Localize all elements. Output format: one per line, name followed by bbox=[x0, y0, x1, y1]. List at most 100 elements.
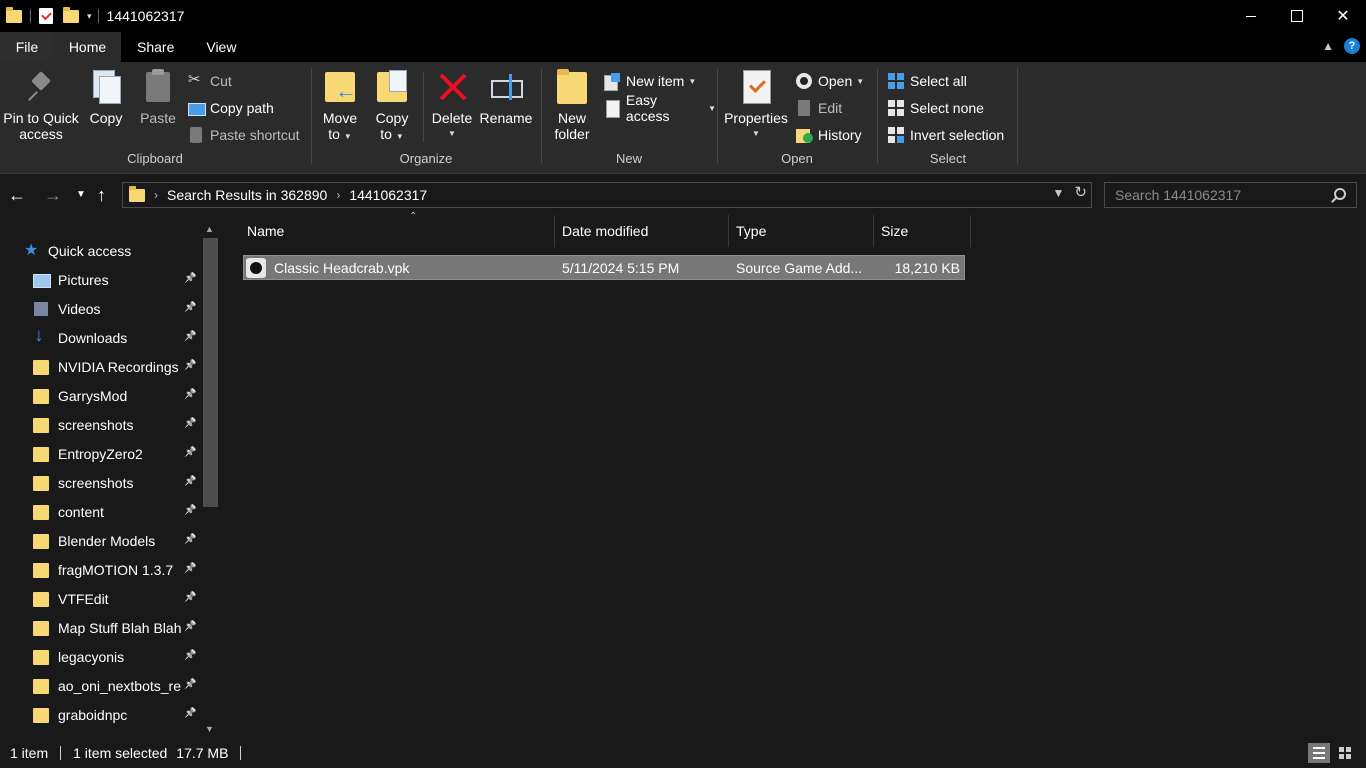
rename-button[interactable]: Rename bbox=[480, 68, 532, 126]
nav-item[interactable]: ao_oni_nextbots_re 📌 bbox=[33, 671, 222, 700]
move-to-button[interactable]: Move to▼ bbox=[320, 68, 360, 145]
tab-home[interactable]: Home bbox=[54, 32, 121, 62]
chevron-down-icon: ▼ bbox=[688, 76, 697, 86]
nav-item[interactable]: fragMOTION 1.3.7 📌 bbox=[33, 555, 222, 584]
new-folder-label-line1: New bbox=[557, 110, 586, 126]
minimize-ribbon-icon[interactable]: ▲ bbox=[1322, 39, 1334, 53]
pin-icon[interactable]: 📌 bbox=[184, 273, 196, 284]
file-type-cell: Source Game Add... bbox=[736, 259, 863, 276]
nav-item[interactable]: screenshots 📌 bbox=[33, 468, 222, 497]
copy-button[interactable]: Copy bbox=[86, 68, 126, 126]
nav-item[interactable]: Videos 📌 bbox=[33, 294, 222, 323]
pin-icon[interactable]: 📌 bbox=[184, 360, 196, 371]
up-arrow-icon[interactable]: ↑ bbox=[97, 185, 106, 206]
pin-icon[interactable]: 📌 bbox=[184, 650, 196, 661]
breadcrumb-search-results[interactable]: Search Results in 362890 bbox=[167, 187, 327, 203]
nav-item[interactable]: VTFEdit 📌 bbox=[33, 584, 222, 613]
nav-item[interactable]: content 📌 bbox=[33, 497, 222, 526]
column-date-label: Date modified bbox=[562, 223, 649, 239]
nav-item-label: fragMOTION 1.3.7 bbox=[58, 561, 174, 578]
pin-icon[interactable]: 📌 bbox=[184, 621, 196, 632]
clipboard-group: Pin to Quick access Copy Paste Cut Copy … bbox=[0, 66, 310, 170]
select-all-button[interactable]: Select all bbox=[888, 70, 967, 92]
copy-path-button[interactable]: Copy path bbox=[188, 97, 274, 119]
easy-access-button[interactable]: Easy access ▼ bbox=[604, 92, 716, 124]
forward-arrow-icon[interactable]: → bbox=[44, 185, 62, 206]
pin-icon[interactable]: 📌 bbox=[184, 505, 196, 516]
new-folder-icon[interactable] bbox=[63, 6, 79, 23]
column-header-type[interactable]: Type bbox=[728, 215, 874, 247]
invert-selection-button[interactable]: Invert selection bbox=[888, 124, 1004, 146]
nav-item[interactable]: Map Stuff Blah Blah 📌 bbox=[33, 613, 222, 642]
open-button[interactable]: Open ▼ bbox=[796, 70, 864, 92]
file-row[interactable]: Classic Headcrab.vpk 5/11/2024 5:15 PM S… bbox=[243, 255, 965, 280]
nav-scrollbar-thumb[interactable] bbox=[203, 238, 218, 507]
customize-toolbar-dropdown[interactable]: ▾ bbox=[87, 11, 92, 22]
search-icon[interactable] bbox=[1334, 188, 1346, 200]
nav-item[interactable]: GarrysMod 📌 bbox=[33, 381, 222, 410]
pin-icon[interactable]: 📌 bbox=[184, 534, 196, 545]
move-to-icon bbox=[323, 68, 357, 106]
pin-icon[interactable]: 📌 bbox=[184, 679, 196, 690]
recent-locations-chevron-icon[interactable]: ▼ bbox=[76, 189, 86, 200]
paste-shortcut-button[interactable]: Paste shortcut bbox=[188, 124, 300, 146]
nav-item[interactable]: legacyonis 📌 bbox=[33, 642, 222, 671]
column-header-name[interactable]: ⌃ Name bbox=[239, 211, 555, 247]
nav-item[interactable]: graboidnpc 📌 bbox=[33, 700, 222, 729]
scroll-up-icon[interactable]: ▲ bbox=[205, 224, 214, 234]
new-item-button[interactable]: New item ▼ bbox=[604, 70, 696, 92]
delete-button[interactable]: Delete ▼ bbox=[430, 68, 474, 142]
pin-icon[interactable]: 📌 bbox=[184, 592, 196, 603]
new-folder-button[interactable]: New folder bbox=[550, 68, 594, 142]
properties-icon[interactable] bbox=[39, 8, 53, 24]
scroll-down-icon[interactable]: ▼ bbox=[205, 724, 214, 734]
tab-view[interactable]: View bbox=[190, 32, 252, 62]
pin-icon[interactable]: 📌 bbox=[184, 708, 196, 719]
help-icon[interactable]: ? bbox=[1344, 38, 1360, 54]
pin-icon[interactable]: 📌 bbox=[184, 418, 196, 429]
select-none-button[interactable]: Select none bbox=[888, 97, 984, 119]
pin-icon[interactable]: 📌 bbox=[184, 563, 196, 574]
properties-button[interactable]: Properties ▼ bbox=[724, 68, 788, 142]
nav-quick-access[interactable]: Quick access bbox=[24, 236, 222, 265]
large-icons-view-icon[interactable] bbox=[1334, 743, 1356, 763]
file-name: Classic Headcrab.vpk bbox=[274, 259, 410, 276]
pin-icon[interactable]: 📌 bbox=[184, 447, 196, 458]
tab-share[interactable]: Share bbox=[121, 32, 190, 62]
details-view-icon[interactable] bbox=[1308, 743, 1330, 763]
tab-file[interactable]: File bbox=[0, 32, 54, 62]
copy-to-label-line1: Copy bbox=[375, 110, 409, 126]
nav-item[interactable]: screenshots 📌 bbox=[33, 410, 222, 439]
close-button[interactable]: ✕ bbox=[1320, 0, 1366, 32]
paste-icon bbox=[141, 68, 175, 106]
paste-button[interactable]: Paste bbox=[138, 68, 178, 126]
maximize-button[interactable] bbox=[1274, 0, 1320, 32]
pin-icon[interactable]: 📌 bbox=[184, 302, 196, 313]
nav-item-label: ao_oni_nextbots_re bbox=[58, 677, 181, 694]
nav-item[interactable]: Pictures 📌 bbox=[33, 265, 222, 294]
column-header-date[interactable]: Date modified bbox=[554, 215, 729, 247]
history-button[interactable]: History bbox=[796, 124, 862, 146]
address-history-chevron-icon[interactable]: ▼ bbox=[1053, 186, 1065, 201]
minimize-button[interactable] bbox=[1228, 0, 1274, 32]
pin-to-quick-access-button[interactable]: Pin to Quick access bbox=[2, 68, 80, 142]
search-input[interactable] bbox=[1115, 187, 1315, 203]
edit-button[interactable]: Edit bbox=[796, 97, 842, 119]
nav-item[interactable]: EntropyZero2 📌 bbox=[33, 439, 222, 468]
folder-icon bbox=[33, 649, 49, 665]
breadcrumb-current-folder[interactable]: 1441062317 bbox=[349, 187, 427, 203]
pin-icon[interactable]: 📌 bbox=[184, 476, 196, 487]
cut-button[interactable]: Cut bbox=[188, 70, 232, 92]
nav-item[interactable]: Downloads 📌 bbox=[33, 323, 222, 352]
nav-item[interactable]: Blender Models 📌 bbox=[33, 526, 222, 555]
pin-icon bbox=[24, 68, 58, 106]
copy-to-button[interactable]: Copy to ▼ bbox=[372, 68, 412, 145]
pin-icon[interactable]: 📌 bbox=[184, 389, 196, 400]
nav-item[interactable]: NVIDIA Recordings 📌 bbox=[33, 352, 222, 381]
back-arrow-icon[interactable]: ← bbox=[8, 185, 26, 206]
address-bar[interactable]: › Search Results in 362890 › 1441062317 … bbox=[122, 182, 1092, 208]
pin-icon[interactable]: 📌 bbox=[184, 331, 196, 342]
column-header-size[interactable]: Size bbox=[873, 215, 971, 247]
refresh-icon[interactable]: ↻ bbox=[1074, 183, 1087, 201]
pin-label-line1: Pin to Quick bbox=[3, 110, 79, 126]
